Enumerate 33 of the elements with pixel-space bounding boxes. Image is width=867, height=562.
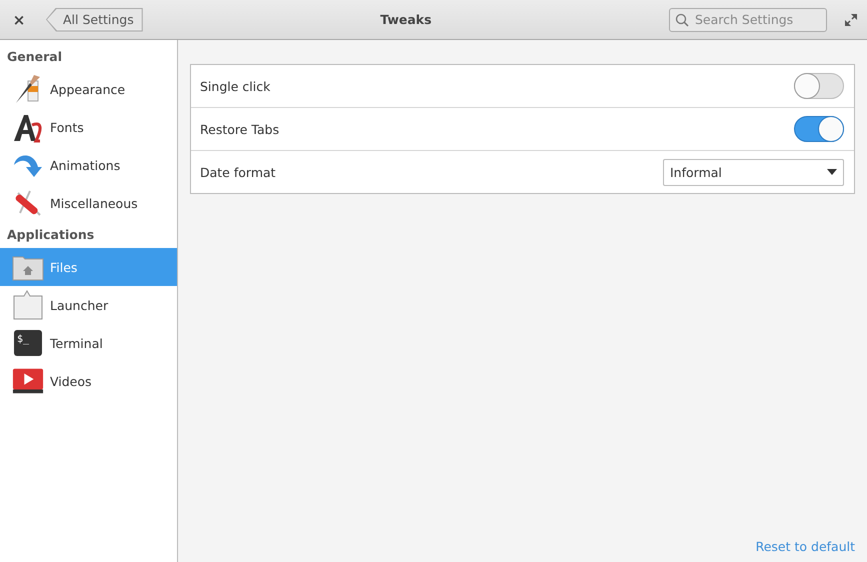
setting-label: Single click (200, 78, 270, 94)
item-label: Miscellaneous (50, 196, 138, 210)
sidebar-item[interactable]: Launcher (0, 286, 177, 324)
sidebar-item[interactable]: $_ Terminal (0, 324, 177, 362)
section-heading: Applications (6, 226, 96, 244)
back-button[interactable]: All Settings (46, 8, 143, 32)
terminal-icon: $_ (14, 330, 42, 356)
item-label: Animations (50, 158, 120, 172)
item-label: Files (50, 260, 78, 274)
search-icon (675, 12, 689, 26)
toggle-switch[interactable] (794, 116, 844, 142)
item-label: Fonts (50, 120, 84, 134)
sidebar-item[interactable]: Appearance (0, 70, 177, 108)
caret-icon (827, 169, 837, 175)
window-title: Tweaks (379, 12, 433, 27)
item-label: Videos (50, 374, 92, 388)
close-button[interactable]: × (10, 10, 28, 28)
item-label: Appearance (50, 82, 126, 96)
item-label: Terminal (50, 336, 103, 350)
maximize-icon[interactable] (845, 14, 857, 26)
toggle-switch[interactable] (794, 73, 844, 99)
date-format-dropdown[interactable]: Informal (663, 158, 844, 186)
item-label: Launcher (50, 298, 108, 312)
search-field[interactable]: Search Settings (669, 8, 827, 32)
video-play-icon (12, 367, 44, 395)
sidebar-item[interactable]: Videos (0, 362, 177, 400)
sidebar-item[interactable]: Animations (0, 146, 177, 184)
sidebar-item[interactable]: Fonts (0, 108, 177, 146)
section-heading: General (6, 48, 63, 66)
blank-tile-icon (12, 290, 44, 320)
sidebar-item[interactable]: Miscellaneous (0, 184, 177, 222)
setting-label: Restore Tabs (200, 122, 280, 136)
setting-label: Date format (200, 164, 276, 180)
